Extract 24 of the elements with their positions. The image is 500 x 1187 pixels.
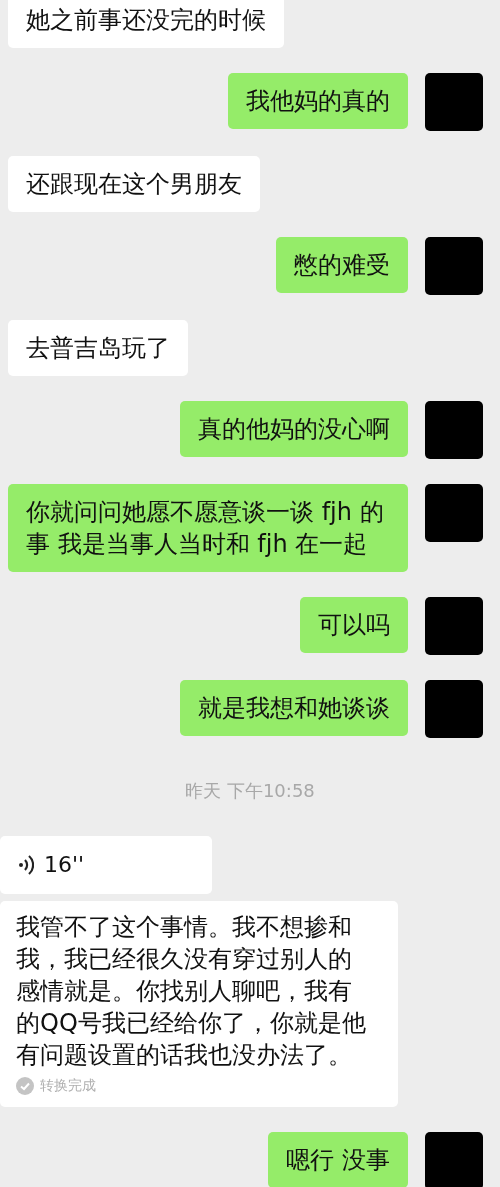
message-bubble: 还跟现在这个男朋友	[8, 156, 260, 212]
avatar	[425, 237, 483, 295]
message-bubble: 我他妈的真的	[228, 73, 408, 129]
voice-duration: 16''	[44, 851, 85, 879]
sound-wave-icon	[18, 854, 34, 876]
avatar	[425, 73, 483, 131]
avatar	[425, 401, 483, 459]
message-bubble: 可以吗	[300, 597, 408, 653]
message-bubble: 就是我想和她谈谈	[180, 680, 408, 736]
message-bubble: 憋的难受	[276, 237, 408, 293]
message-bubble: 真的他妈的没心啊	[180, 401, 408, 457]
message-bubble: 去普吉岛玩了	[8, 320, 188, 376]
message-bubble: 她之前事还没完的时候	[8, 0, 284, 48]
avatar	[425, 680, 483, 738]
transcript-text: 我管不了这个事情。我不想掺和我，我已经很久没有穿过别人的感情就是。你找别人聊吧，我有的QQ号我已经给你了，你就是他有问题设置的话我也没办法了。	[16, 912, 367, 1071]
avatar	[425, 1132, 483, 1187]
check-icon	[16, 1077, 34, 1095]
timestamp: 昨天 下午10:58	[185, 779, 315, 803]
message-bubble: 你就问问她愿不愿意谈一谈 fjh 的事 我是当事人当时和 fjh 在一起	[8, 484, 408, 572]
avatar	[425, 484, 483, 542]
avatar	[425, 597, 483, 655]
voice-message[interactable]: 16''	[0, 836, 212, 894]
message-bubble: 嗯行 没事	[268, 1132, 408, 1187]
status-text: 转换完成	[40, 1077, 96, 1095]
